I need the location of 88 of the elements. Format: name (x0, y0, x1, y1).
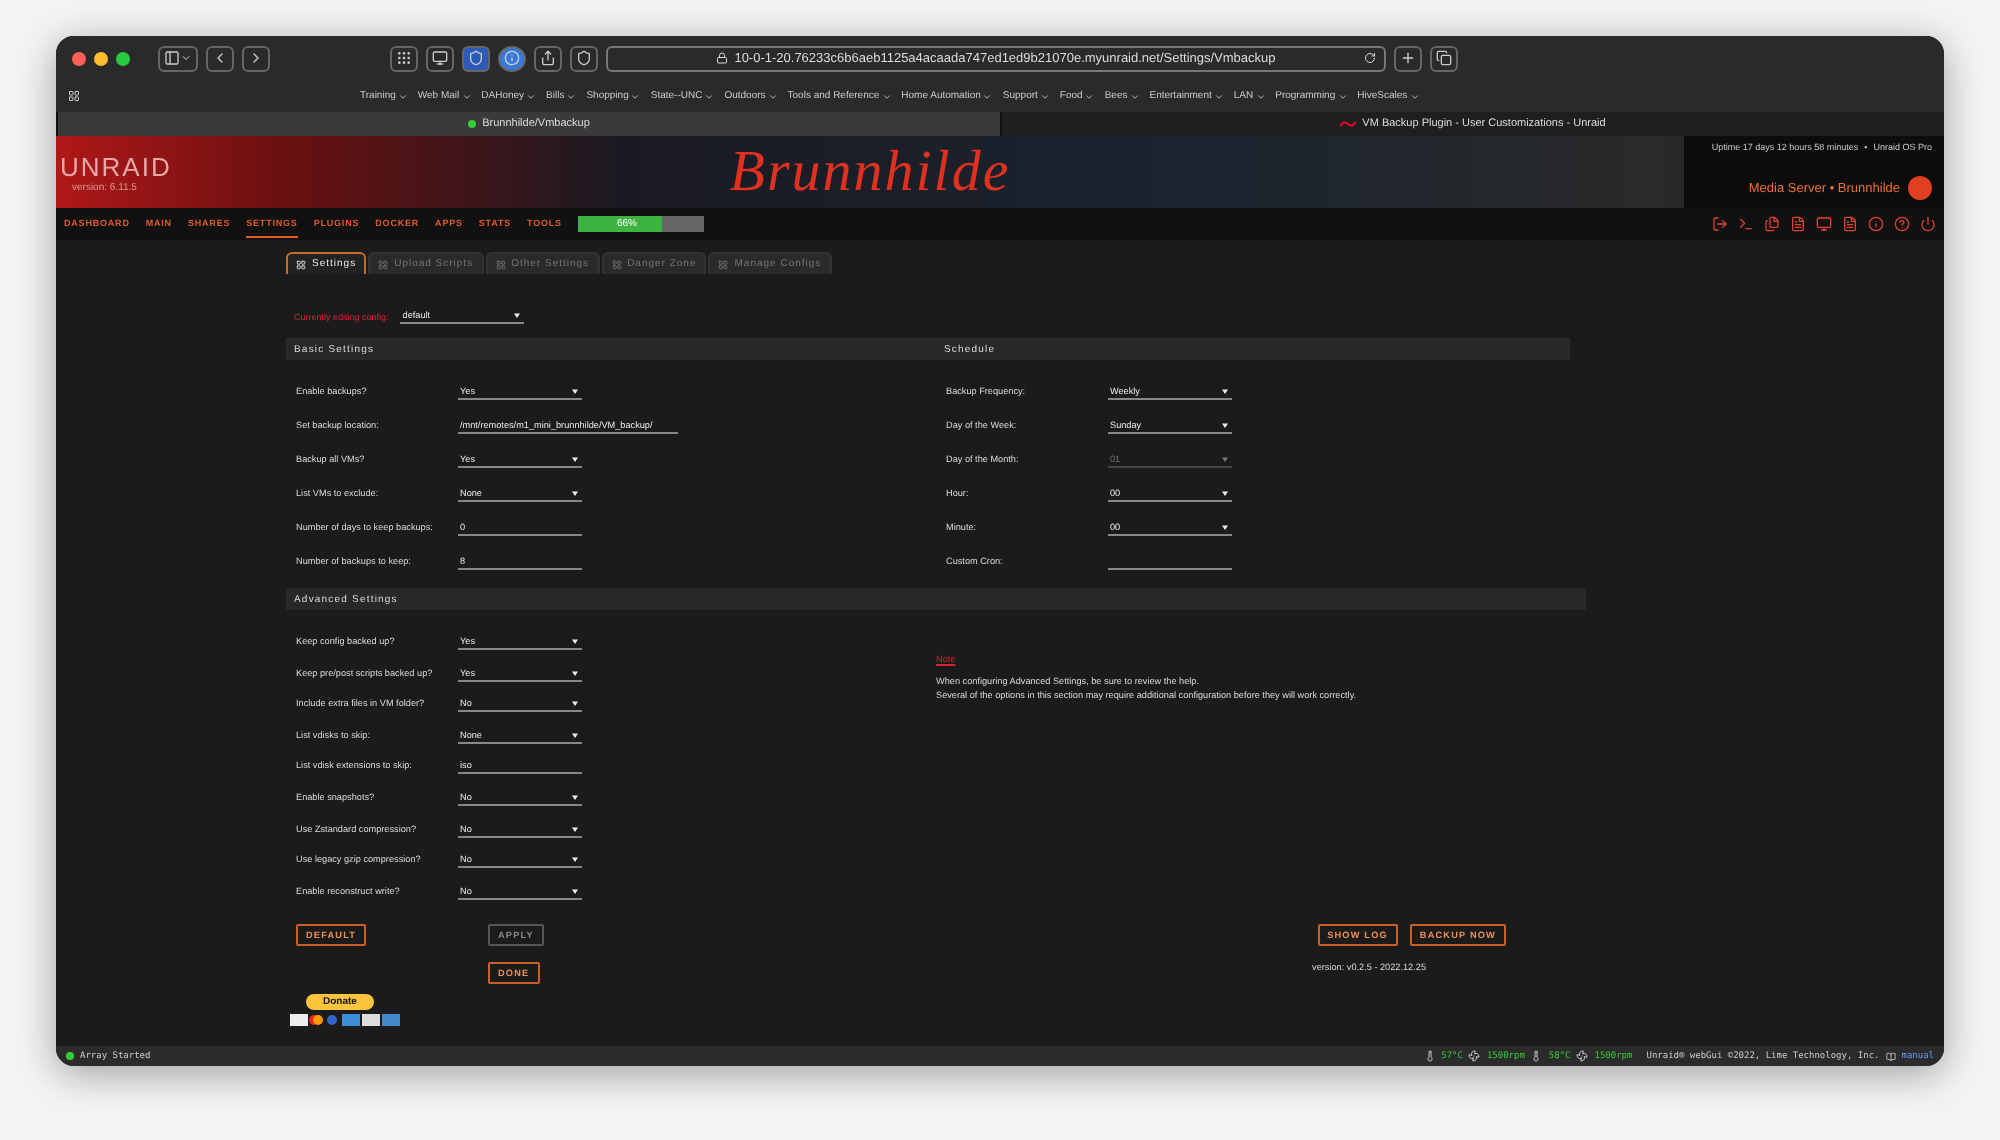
reload-icon[interactable] (1364, 52, 1376, 64)
new-tab-button[interactable] (1394, 45, 1422, 71)
chevron-down-icon (767, 91, 778, 101)
chevron-down-icon (526, 91, 537, 101)
log-icon[interactable] (1790, 216, 1806, 232)
chevron-down-icon (1129, 91, 1140, 101)
power-icon[interactable] (1920, 216, 1936, 232)
minimize-button[interactable] (94, 51, 108, 65)
back-icon (212, 50, 228, 66)
sidebar-button[interactable] (158, 45, 198, 71)
grid-icon (396, 50, 412, 66)
caret-icon (1222, 524, 1228, 530)
caret-icon (572, 456, 578, 462)
sidebar-icon (164, 50, 180, 66)
zoom-button[interactable] (116, 51, 130, 65)
chevron-down-icon (982, 91, 993, 101)
chevron-down-icon (1255, 91, 1266, 101)
brand-logo[interactable]: UNRAID (60, 151, 172, 181)
info-icon (504, 50, 520, 66)
chevron-down-icon (397, 91, 408, 101)
document-icon[interactable] (1842, 216, 1858, 232)
extension-button[interactable] (426, 45, 454, 71)
avatar[interactable] (1908, 176, 1932, 200)
terminal-icon[interactable] (1738, 216, 1754, 232)
chevron-down-icon (704, 91, 715, 101)
chevron-down-icon (630, 91, 641, 101)
caret-icon (514, 312, 521, 318)
grid-icon (495, 259, 506, 269)
payment-cards-icon (290, 1014, 402, 1027)
caret-icon (1222, 490, 1228, 496)
close-button[interactable] (72, 51, 86, 65)
favorites-icon[interactable] (68, 90, 80, 102)
chevron-down-icon (566, 91, 577, 101)
grid-icon (378, 259, 389, 269)
caret-icon (1222, 388, 1228, 394)
caret-icon (572, 731, 578, 738)
lock-icon (716, 52, 729, 64)
tabs-icon (1436, 50, 1452, 66)
caret-icon (1222, 456, 1228, 462)
monitor-icon (432, 50, 448, 66)
chevron-down-icon (1039, 91, 1050, 101)
status-dot (468, 120, 477, 128)
caret-icon (572, 388, 578, 394)
caret-icon (572, 793, 578, 800)
thermometer-icon (1423, 1050, 1436, 1062)
tab-overview-button[interactable] (1430, 45, 1458, 71)
forward-button[interactable] (242, 45, 270, 71)
grid-icon (718, 259, 729, 269)
shield-icon (468, 50, 484, 66)
chevron-down-icon (1213, 91, 1224, 101)
caret-icon (572, 856, 578, 863)
extension-button[interactable] (498, 45, 526, 71)
caret-icon (572, 669, 578, 676)
extension-button[interactable] (462, 45, 490, 71)
chevron-down-icon (1337, 91, 1348, 101)
chevron-down-icon (1409, 91, 1420, 101)
caret-icon (572, 490, 578, 496)
help-icon[interactable] (1894, 216, 1910, 232)
caret-icon (1222, 422, 1228, 428)
plus-icon (1400, 50, 1416, 66)
info-icon[interactable] (1868, 216, 1884, 232)
privacy-button[interactable] (570, 45, 598, 71)
caret-icon (572, 825, 578, 832)
shield-icon (576, 50, 592, 66)
forward-icon (248, 50, 264, 66)
grid-button[interactable] (390, 45, 418, 71)
server-title: Brunnhilde (729, 139, 1011, 205)
fan-icon (1468, 1050, 1481, 1062)
logout-icon[interactable] (1712, 216, 1728, 232)
caret-icon (572, 700, 578, 707)
back-button[interactable] (206, 45, 234, 71)
chevron-down-icon (180, 52, 192, 64)
chevron-down-icon (1084, 91, 1095, 101)
share-button[interactable] (534, 45, 562, 71)
chevron-down-icon (461, 91, 472, 101)
share-icon (540, 50, 556, 66)
fan-icon (1576, 1050, 1589, 1062)
status-dot (66, 1052, 74, 1060)
wave-icon (1340, 120, 1357, 128)
grid-icon (296, 259, 306, 269)
files-icon[interactable] (1764, 216, 1780, 232)
caret-icon (572, 638, 578, 644)
grid-icon (611, 259, 622, 269)
thermometer-icon (1530, 1050, 1543, 1062)
caret-icon (572, 887, 578, 894)
book-icon (1885, 1051, 1896, 1061)
chevron-down-icon (881, 91, 892, 101)
monitor-icon[interactable] (1816, 216, 1832, 232)
